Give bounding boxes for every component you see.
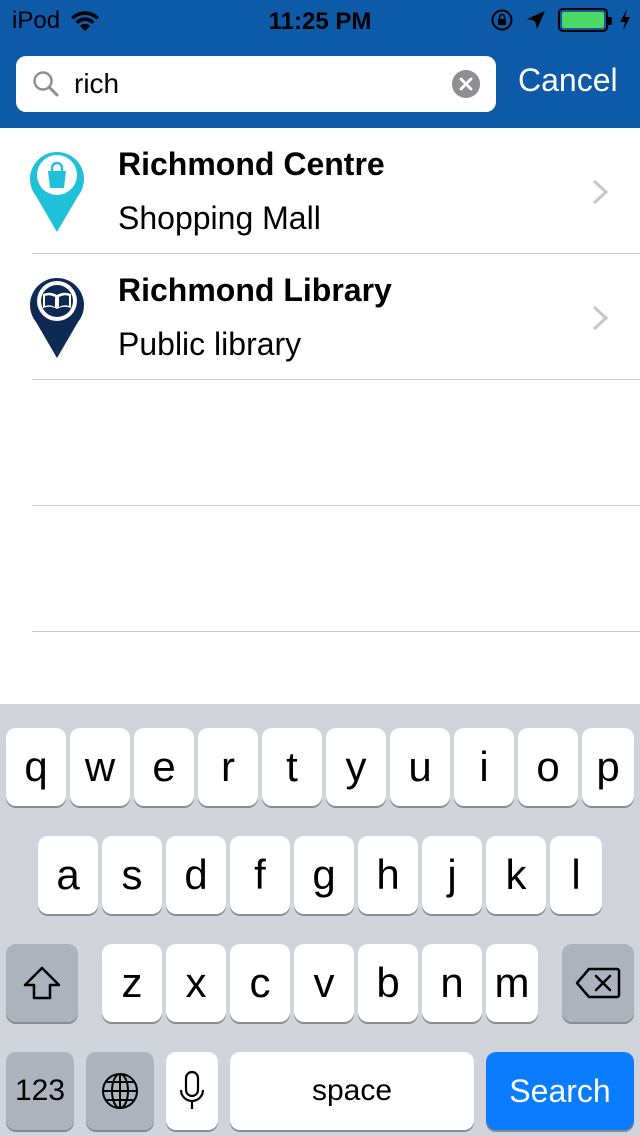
divider (32, 631, 640, 632)
search-key[interactable]: Search (486, 1052, 634, 1130)
results-list: Richmond Centre Shopping Mall Richmond L… (0, 128, 640, 632)
key-k[interactable]: k (486, 836, 546, 914)
space-key[interactable]: space (230, 1052, 474, 1130)
location-arrow-icon (527, 11, 545, 29)
result-title: Richmond Centre (118, 146, 385, 182)
key-i[interactable]: i (454, 728, 514, 806)
numbers-key[interactable]: 123 (6, 1052, 74, 1130)
globe-key[interactable] (86, 1052, 154, 1130)
key-u[interactable]: u (390, 728, 450, 806)
backspace-icon (575, 967, 621, 999)
search-bar[interactable] (16, 56, 496, 112)
key-y[interactable]: y (326, 728, 386, 806)
status-right (490, 6, 632, 34)
rotation-lock-icon (491, 9, 513, 31)
result-subtitle: Shopping Mall (118, 200, 321, 236)
globe-icon (102, 1073, 138, 1109)
key-d[interactable]: d (166, 836, 226, 914)
result-subtitle: Public library (118, 326, 302, 362)
key-v[interactable]: v (294, 944, 354, 1022)
cancel-button[interactable]: Cancel (518, 62, 618, 99)
key-o[interactable]: o (518, 728, 578, 806)
key-j[interactable]: j (422, 836, 482, 914)
battery-level (562, 12, 604, 28)
key-s[interactable]: s (102, 836, 162, 914)
search-icon (33, 71, 59, 97)
result-title: Richmond Library (118, 272, 392, 308)
chevron-right-icon (592, 179, 609, 205)
list-item[interactable]: Richmond Centre Shopping Mall (0, 128, 640, 254)
empty-row (0, 380, 640, 506)
keyboard: q w e r t y u i o p a s d f g h j k l z … (0, 704, 640, 1136)
search-input[interactable] (74, 64, 454, 104)
key-m[interactable]: m (486, 944, 538, 1022)
status-bar: iPod 11:25 PM (0, 0, 640, 40)
header: iPod 11:25 PM rich Cancel (0, 0, 640, 128)
key-q[interactable]: q (6, 728, 66, 806)
book-pin-icon (30, 278, 84, 358)
key-x[interactable]: x (166, 944, 226, 1022)
shift-icon (23, 966, 61, 1000)
key-f[interactable]: f (230, 836, 290, 914)
charging-bolt-icon (620, 9, 630, 31)
key-c[interactable]: c (230, 944, 290, 1022)
key-t[interactable]: t (262, 728, 322, 806)
battery-icon (558, 8, 612, 32)
key-l[interactable]: l (550, 836, 602, 914)
key-b[interactable]: b (358, 944, 418, 1022)
clear-search-icon[interactable] (452, 70, 480, 98)
microphone-key[interactable] (166, 1052, 218, 1130)
key-p[interactable]: p (582, 728, 634, 806)
key-h[interactable]: h (358, 836, 418, 914)
key-r[interactable]: r (198, 728, 258, 806)
key-g[interactable]: g (294, 836, 354, 914)
chevron-right-icon (592, 305, 609, 331)
microphone-icon (179, 1070, 205, 1109)
shopping-bag-pin-icon (30, 152, 84, 232)
key-a[interactable]: a (38, 836, 98, 914)
key-w[interactable]: w (70, 728, 130, 806)
shift-key[interactable] (6, 944, 78, 1022)
list-item[interactable]: Richmond Library Public library (0, 254, 640, 380)
key-e[interactable]: e (134, 728, 194, 806)
key-z[interactable]: z (102, 944, 162, 1022)
empty-row (0, 506, 640, 632)
key-n[interactable]: n (422, 944, 482, 1022)
backspace-key[interactable] (562, 944, 634, 1022)
